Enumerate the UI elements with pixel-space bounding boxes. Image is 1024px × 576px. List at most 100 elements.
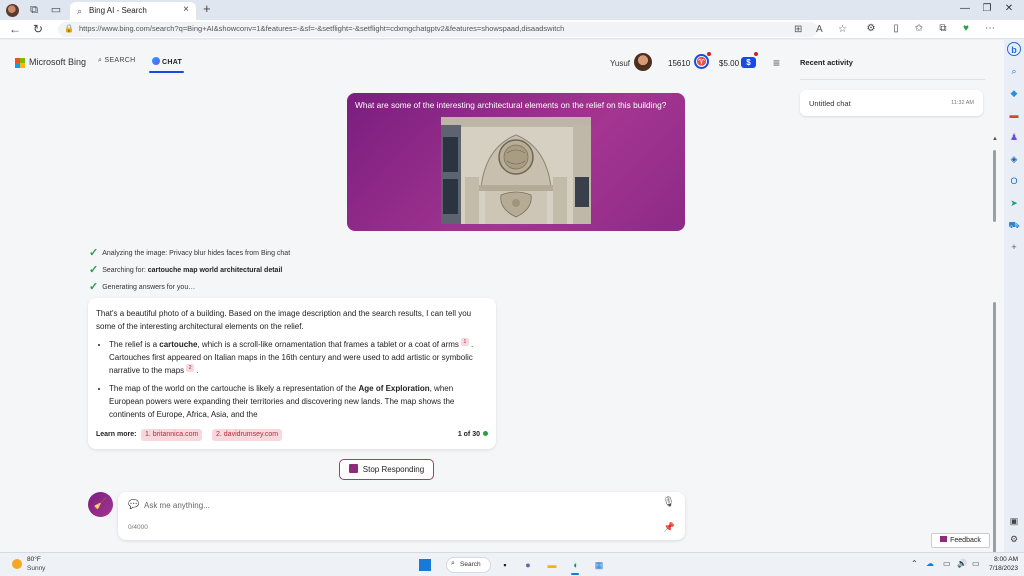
minimize-button[interactable]: — [955, 3, 975, 14]
collections-icon[interactable]: ⧉ [936, 23, 950, 34]
new-tab-button[interactable]: + [203, 1, 211, 16]
restore-button[interactable]: ❐ [977, 3, 997, 14]
address-bar[interactable]: 🔒 https://www.bing.com/search?q=Bing+AI&… [58, 22, 847, 37]
shopping-cart-icon[interactable]: ⛟ [1007, 218, 1021, 232]
turn-counter: 1 of 30 [458, 431, 488, 438]
games-icon[interactable]: ♟ [1007, 130, 1021, 144]
history-item[interactable]: Untitled chat 11:32 AM [800, 90, 983, 116]
tab-actions-icon[interactable]: ▭ [49, 3, 63, 17]
rewards-balance[interactable]: $5.00 [719, 59, 739, 68]
new-topic-broom-button[interactable]: 🧹 [88, 492, 113, 517]
favorite-star-icon[interactable]: ☆ [838, 24, 847, 35]
search-icon[interactable]: ⌕ [1007, 64, 1021, 78]
profile-avatar[interactable] [6, 4, 19, 17]
shopping-tag-icon[interactable]: ◆ [1007, 86, 1021, 100]
search-icon: ⌕ [77, 6, 83, 16]
back-button[interactable]: ← [7, 22, 23, 36]
checkmark-icon: ✓ [89, 247, 99, 259]
edge-browser-icon[interactable]: ◐ [569, 558, 583, 572]
app-available-icon[interactable]: ⊞ [794, 24, 802, 35]
tab-bing-ai[interactable]: ⌕ Bing AI - Search × [70, 2, 196, 20]
learn-more-label: Learn more: [96, 431, 137, 438]
stop-icon [348, 464, 358, 473]
bot-answer-card: That's a beautiful photo of a building. … [88, 298, 496, 449]
store-icon[interactable]: ▦ [592, 558, 606, 572]
task-view-icon[interactable]: ▪ [498, 558, 512, 572]
bullet-text: The relief is a [109, 340, 160, 349]
weather-condition[interactable]: Sunny [27, 565, 45, 572]
outlook-icon[interactable]: O [1007, 174, 1021, 188]
battery-icon[interactable]: ▭ [972, 559, 980, 568]
citation-marker[interactable]: 1 [460, 338, 469, 346]
onedrive-cloud-icon[interactable]: ☁ [926, 559, 934, 568]
scroll-thumb[interactable] [993, 302, 996, 552]
start-button-windows-icon[interactable] [419, 559, 431, 571]
page-scrollbar[interactable]: ▲ ▼ [992, 136, 998, 552]
microphone-icon[interactable]: 🎙 [662, 497, 675, 508]
add-sidebar-app-icon[interactable]: + [1007, 240, 1021, 254]
ask-input[interactable] [144, 498, 644, 512]
network-icon[interactable]: ▭ [943, 559, 951, 568]
feedback-button[interactable]: Feedback [931, 533, 990, 548]
wallet-icon[interactable]: $ [741, 57, 756, 68]
nav-search-label: SEARCH [104, 57, 136, 64]
nav-chat-tab[interactable]: CHAT [152, 57, 182, 66]
scroll-up-arrow-icon[interactable]: ▲ [992, 136, 998, 142]
workspaces-icon[interactable]: ⧉ [27, 3, 41, 17]
clock-time[interactable]: 8:00 AM [990, 556, 1018, 563]
browser-essentials-icon[interactable]: ♥ [959, 23, 973, 34]
close-tab-icon[interactable]: × [183, 4, 189, 15]
favorites-icon[interactable]: ✩ [912, 23, 926, 34]
citation-marker[interactable]: 2 [186, 364, 195, 372]
teams-chat-icon[interactable]: ● [521, 558, 535, 572]
active-app-indicator [571, 573, 579, 575]
refresh-button[interactable]: ↻ [30, 22, 46, 36]
answer-intro: That's a beautiful photo of a building. … [96, 309, 472, 331]
hamburger-menu-icon[interactable]: ≡ [773, 56, 780, 70]
microsoft-logo-icon[interactable] [15, 58, 25, 68]
microsoft-365-icon[interactable]: ◈ [1007, 152, 1021, 166]
answer-bullets: The relief is a cartouche, which is a sc… [96, 338, 488, 421]
chat-input-box: 💬 🎙 0/4000 📌 [118, 492, 685, 540]
source-link-britannica[interactable]: 1. britannica.com [141, 429, 203, 441]
feedback-label: Feedback [950, 537, 981, 544]
scroll-thumb[interactable] [993, 150, 996, 222]
read-aloud-icon[interactable]: A [816, 24, 823, 35]
address-toolbar: ← ↻ 🔒 https://www.bing.com/search?q=Bing… [0, 20, 1024, 39]
tab-title: Bing AI - Search [89, 6, 147, 15]
stop-responding-button[interactable]: Stop Responding [339, 459, 434, 480]
hide-sidebar-icon[interactable]: ▣ [1007, 514, 1021, 528]
clock-date[interactable]: 7/18/2023 [982, 565, 1018, 572]
split-screen-icon[interactable]: ▯ [889, 23, 903, 34]
drop-icon[interactable]: ➤ [1007, 196, 1021, 210]
rewards-icon[interactable]: ♈ [694, 54, 709, 69]
source-link-davidrumsey[interactable]: 2. davidrumsey.com [212, 429, 283, 441]
tools-briefcase-icon[interactable]: ▬ [1007, 108, 1021, 122]
user-avatar[interactable] [634, 53, 652, 71]
rewards-notification-dot [707, 52, 711, 56]
uploaded-building-photo[interactable] [441, 117, 591, 224]
extensions-icon[interactable]: ⚙ [864, 23, 878, 34]
history-item-time: 11:32 AM [951, 100, 974, 106]
user-name[interactable]: Yusuf [610, 59, 630, 68]
rewards-points[interactable]: 15610 [668, 59, 690, 68]
sun-weather-icon[interactable] [12, 559, 22, 569]
close-window-button[interactable]: ✕ [999, 3, 1019, 14]
brand-name[interactable]: Microsoft Bing [29, 57, 86, 67]
tray-overflow-chevron-icon[interactable]: ⌃ [911, 559, 918, 568]
progress-step-searching[interactable]: ✓ Searching for: cartouche map world arch… [89, 263, 282, 276]
lock-icon[interactable]: 🔒 [64, 24, 74, 33]
recent-activity-title: Recent activity [800, 58, 853, 67]
progress-step-generating: ✓ Generating answers for you… [89, 280, 195, 293]
bullet-text: . [196, 366, 199, 375]
tab-bar: ⧉ ▭ ⌕ Bing AI - Search × + — ❐ ✕ [0, 0, 1024, 20]
sidebar-settings-gear-icon[interactable]: ⚙ [1007, 532, 1021, 546]
volume-icon[interactable]: 🔊 [957, 559, 967, 568]
bing-header: Microsoft Bing ⌕ SEARCH CHAT Yusuf 15610… [0, 40, 790, 84]
weather-temperature[interactable]: 80°F [27, 556, 41, 563]
bing-chat-icon[interactable]: b [1007, 42, 1021, 56]
settings-more-icon[interactable]: ⋯ [983, 23, 997, 34]
nav-search-tab[interactable]: ⌕ SEARCH [98, 57, 135, 65]
pin-icon[interactable]: 📌 [664, 522, 675, 533]
file-explorer-icon[interactable]: ▬ [545, 558, 559, 572]
